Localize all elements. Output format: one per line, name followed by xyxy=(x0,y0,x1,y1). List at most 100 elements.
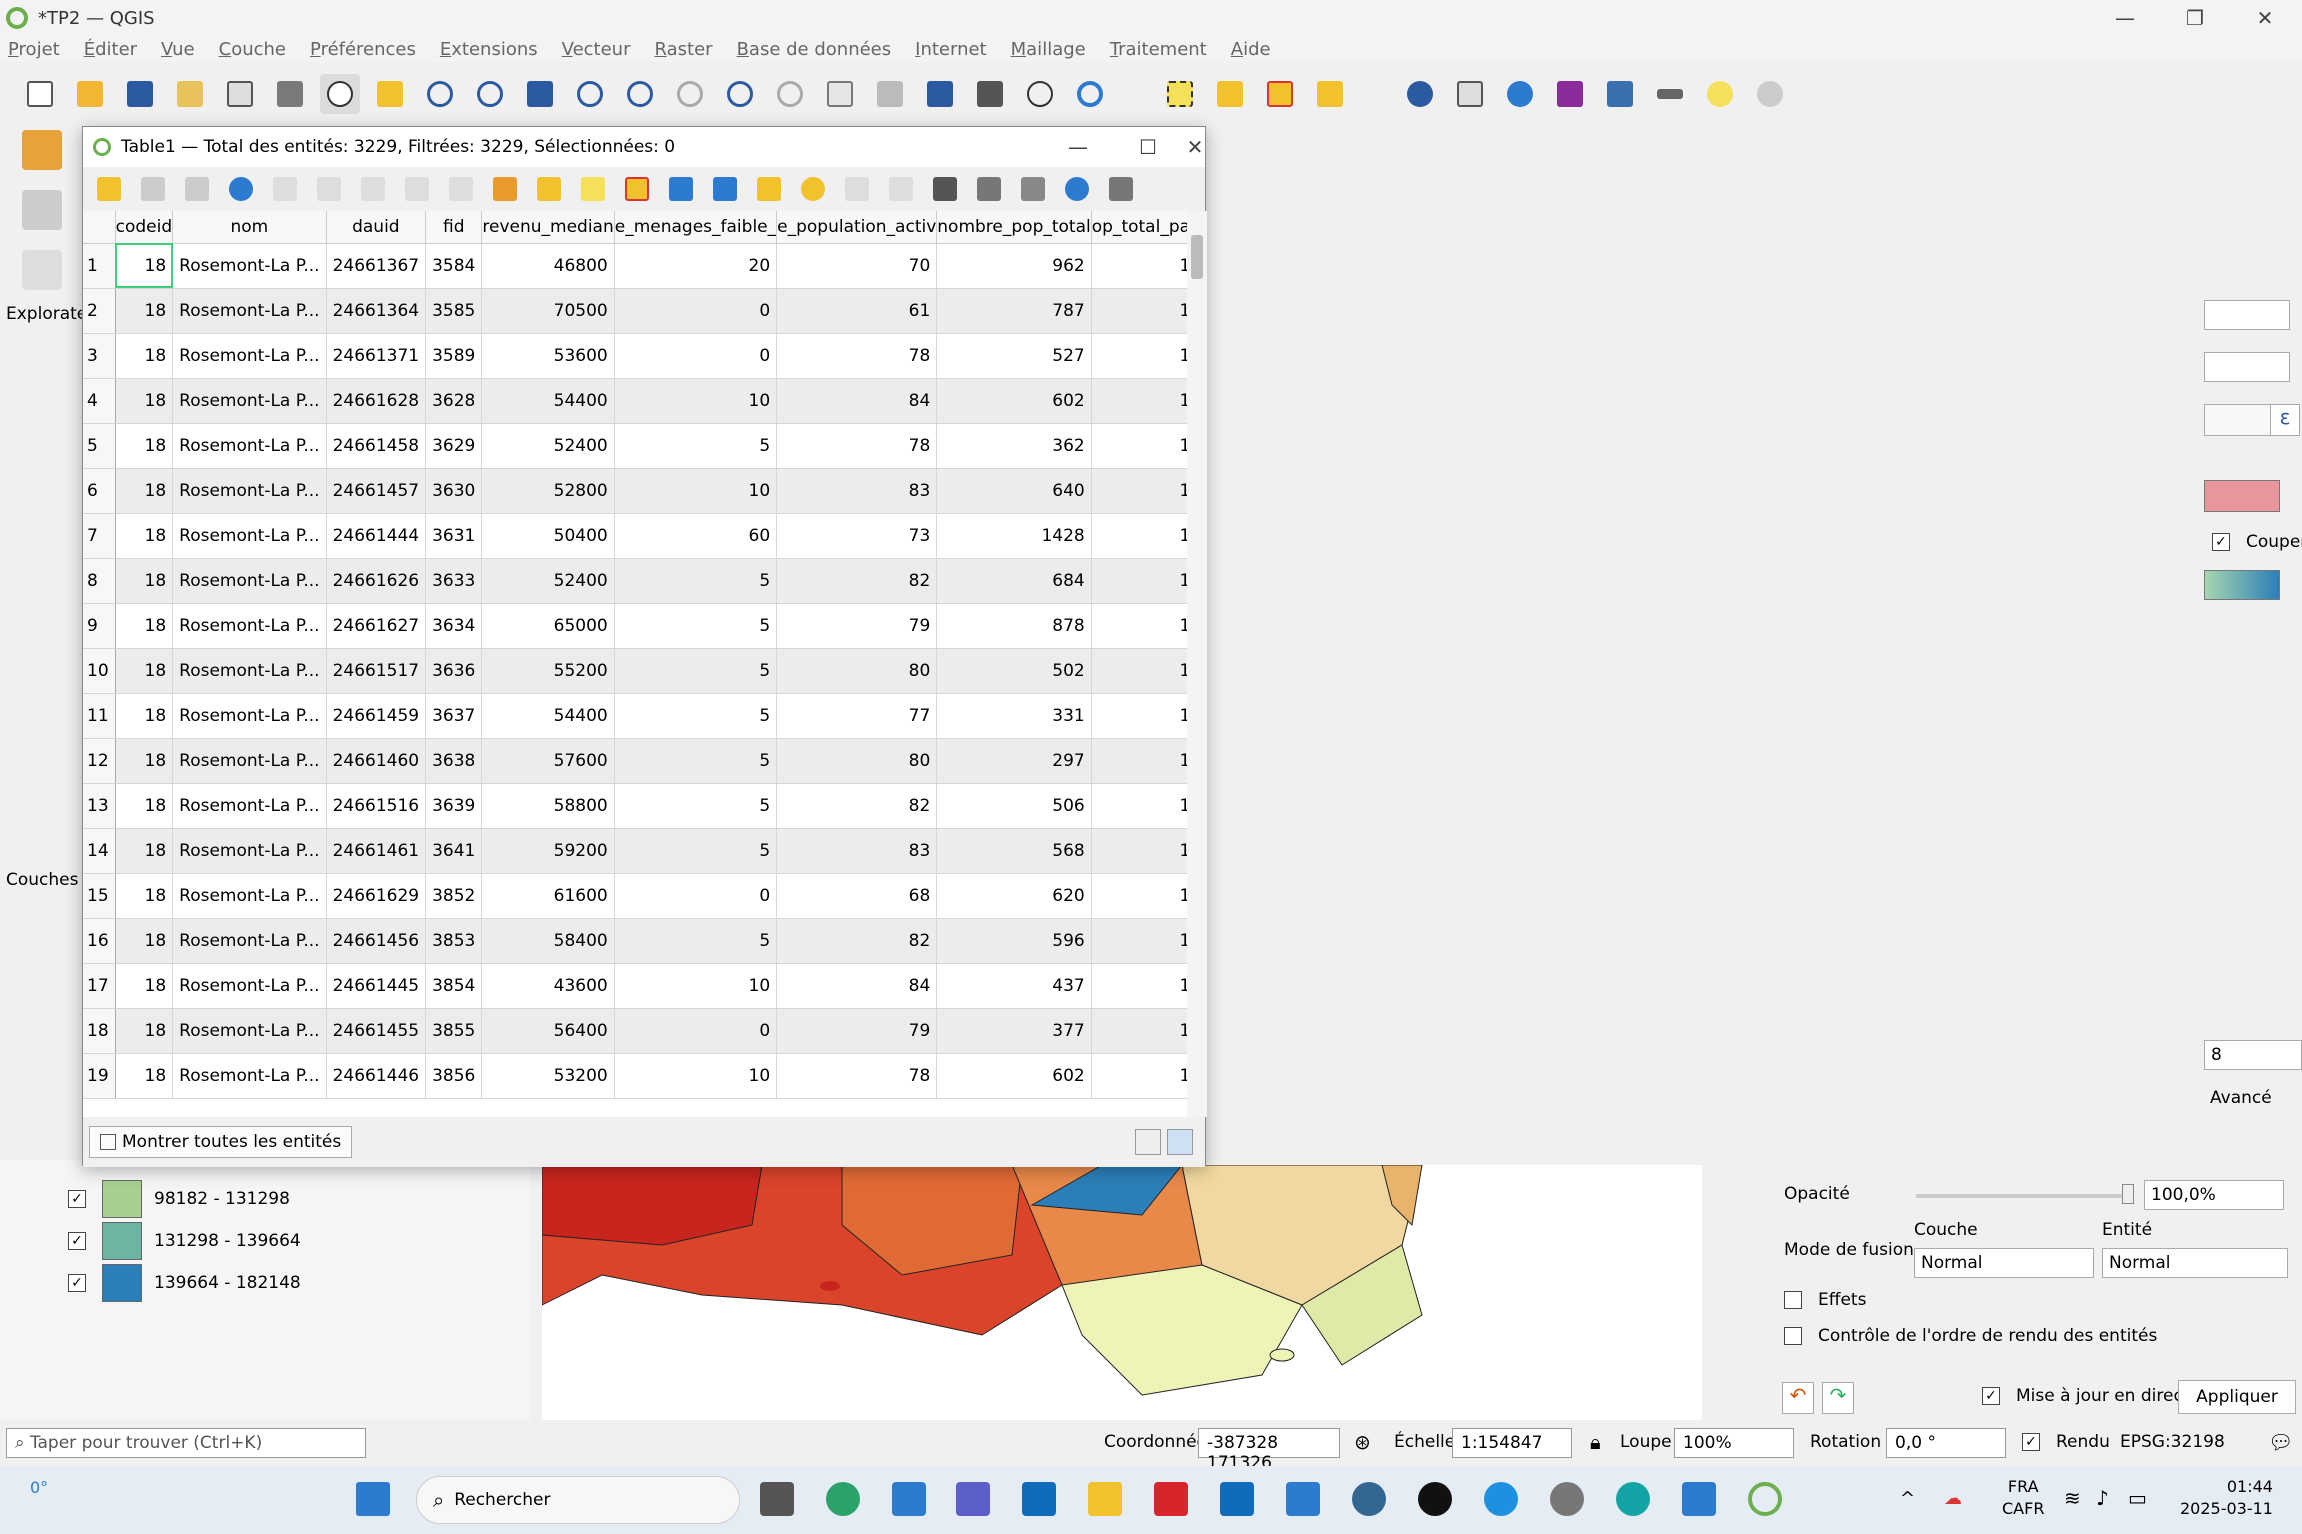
paste-icon[interactable] xyxy=(449,177,473,201)
table-cell[interactable]: 3629 xyxy=(425,423,483,469)
table-cell[interactable]: 82 xyxy=(776,558,938,604)
legend-item[interactable]: ✓ 131298 - 139664 xyxy=(68,1222,301,1260)
table-cell[interactable]: 3630 xyxy=(425,468,483,514)
app-icon[interactable] xyxy=(1616,1482,1650,1516)
table-row[interactable]: 6 18 Rosemont-La P... 24661457 3630 52800 10 83… xyxy=(83,468,1187,514)
table-cell[interactable]: Rosemont-La P... xyxy=(172,918,327,964)
table-cell[interactable]: 18 xyxy=(115,333,174,379)
zoom-last-icon[interactable] xyxy=(720,74,760,114)
battery-icon[interactable]: ▭ xyxy=(2128,1486,2147,1510)
row-number[interactable]: 14 xyxy=(83,828,116,874)
table-cell[interactable]: 57600 xyxy=(481,738,615,784)
conditional-formatting-icon[interactable] xyxy=(1021,177,1045,201)
table-cell[interactable]: 620 xyxy=(936,873,1092,919)
table-cell[interactable]: 56400 xyxy=(481,1008,615,1054)
table-row[interactable]: 1 18 Rosemont-La P... 24661367 3584 46800 20 70… xyxy=(83,243,1187,289)
row-number[interactable]: 17 xyxy=(83,963,116,1009)
menu-internet[interactable]: Internet xyxy=(915,39,986,60)
table-row[interactable]: 10 18 Rosemont-La P... 24661517 3636 55200 5 80… xyxy=(83,648,1187,694)
save-edits-icon[interactable] xyxy=(185,177,209,201)
classes-spinbox[interactable]: 8 xyxy=(2204,1040,2302,1070)
row-number[interactable]: 15 xyxy=(83,873,116,919)
table-cell[interactable]: 82 xyxy=(776,918,938,964)
table-row[interactable]: 7 18 Rosemont-La P... 24661444 3631 50400 60 73… xyxy=(83,513,1187,559)
table-cell[interactable]: 3633 xyxy=(425,558,483,604)
table-cell[interactable]: 20 xyxy=(614,243,778,289)
legend-checkbox[interactable]: ✓ xyxy=(68,1232,86,1250)
table-cell[interactable]: 139664 xyxy=(1091,1008,1187,1054)
table-cell[interactable]: 139664 xyxy=(1091,558,1187,604)
scale-dropdown[interactable]: 1:154847 xyxy=(1452,1428,1572,1458)
menu-projet[interactable]: Projet xyxy=(8,39,60,60)
table-cell[interactable]: 84 xyxy=(776,963,938,1009)
measure-line-icon[interactable] xyxy=(1650,74,1690,114)
table-cell[interactable]: Rosemont-La P... xyxy=(172,783,327,829)
table-cell[interactable]: 139664 xyxy=(1091,963,1187,1009)
delete-feature-icon[interactable] xyxy=(317,177,341,201)
table-cell[interactable]: 5 xyxy=(614,648,778,694)
table-cell[interactable]: 83 xyxy=(776,468,938,514)
open-field-calculator-icon[interactable] xyxy=(1600,74,1640,114)
row-number[interactable]: 8 xyxy=(83,558,116,604)
weather-widget[interactable]: 0° xyxy=(30,1478,48,1497)
table-cell[interactable]: 640 xyxy=(936,468,1092,514)
zoom-selection-icon[interactable] xyxy=(570,74,610,114)
attribute-table-grid[interactable]: codeid nom dauid fid revenu_median e_men… xyxy=(83,211,1187,1117)
table-cell[interactable]: 18 xyxy=(115,738,174,784)
table-cell[interactable]: 3855 xyxy=(425,1008,483,1054)
table-cell[interactable]: 18 xyxy=(115,828,174,874)
multi-edit-icon[interactable] xyxy=(141,177,165,201)
docker-icon[interactable] xyxy=(1484,1482,1518,1516)
table-cell[interactable]: 3853 xyxy=(425,918,483,964)
menu-vecteur[interactable]: Vecteur xyxy=(562,39,631,60)
teams-icon[interactable] xyxy=(956,1482,990,1516)
postgresql-icon[interactable] xyxy=(1352,1482,1386,1516)
table-cell[interactable]: 79 xyxy=(776,603,938,649)
clock[interactable]: 01:44 2025-03-11 xyxy=(2180,1476,2273,1520)
locator-search-input[interactable]: ⌕ Taper pour trouver (Ctrl+K) xyxy=(6,1428,366,1458)
color-ramp-button[interactable] xyxy=(2204,570,2280,600)
menu-couche[interactable]: Couche xyxy=(219,39,286,60)
select-features-icon[interactable] xyxy=(1160,74,1200,114)
table-cell[interactable]: Rosemont-La P... xyxy=(172,828,327,874)
table-cell[interactable]: 24661444 xyxy=(326,513,427,559)
new-map-view-icon[interactable] xyxy=(820,74,860,114)
table-cell[interactable]: Rosemont-La P... xyxy=(172,513,327,559)
row-number[interactable]: 5 xyxy=(83,423,116,469)
save-project-icon[interactable] xyxy=(120,74,160,114)
row-number[interactable]: 1 xyxy=(83,243,116,289)
table-cell[interactable]: 18 xyxy=(115,423,174,469)
table-cell[interactable]: 78 xyxy=(776,1053,938,1099)
crs-button[interactable]: EPSG:32198 xyxy=(2120,1432,2225,1452)
row-number[interactable]: 2 xyxy=(83,288,116,334)
table-cell[interactable]: 139664 xyxy=(1091,648,1187,694)
organize-columns-icon[interactable] xyxy=(933,177,957,201)
show-bookmarks-icon[interactable] xyxy=(970,74,1010,114)
table-cell[interactable]: 139664 xyxy=(1091,783,1187,829)
table-cell[interactable]: Rosemont-La P... xyxy=(172,603,327,649)
table-cell[interactable]: 52400 xyxy=(481,558,615,604)
table-cell[interactable]: 139664 xyxy=(1091,873,1187,919)
table-cell[interactable]: 73 xyxy=(776,513,938,559)
table-cell[interactable]: 10 xyxy=(614,963,778,1009)
table-cell[interactable]: 331 xyxy=(936,693,1092,739)
settings-gear-icon[interactable] xyxy=(1550,1482,1584,1516)
row-number[interactable]: 19 xyxy=(83,1053,116,1099)
table-view-icon[interactable] xyxy=(1167,1129,1193,1155)
menu-extensions[interactable]: Extensions xyxy=(440,39,538,60)
close-button[interactable]: ✕ xyxy=(2230,0,2300,36)
table-row[interactable]: 17 18 Rosemont-La P... 24661445 3854 43600 10 8… xyxy=(83,963,1187,1009)
table-cell[interactable]: 5 xyxy=(614,603,778,649)
table-cell[interactable]: 1428 xyxy=(936,513,1092,559)
refresh-icon[interactable] xyxy=(1070,74,1110,114)
onedrive-icon[interactable]: ☁︎ xyxy=(1944,1488,1962,1509)
table-cell[interactable]: Rosemont-La P... xyxy=(172,738,327,784)
render-option[interactable]: ✓ Rendu xyxy=(2022,1432,2110,1452)
outlook-classic-icon[interactable] xyxy=(1220,1482,1254,1516)
table-cell[interactable]: 84 xyxy=(776,378,938,424)
table-vertical-scrollbar[interactable] xyxy=(1187,211,1207,1117)
table-cell[interactable]: 506 xyxy=(936,783,1092,829)
table-cell[interactable]: 59200 xyxy=(481,828,615,874)
table-cell[interactable]: 596 xyxy=(936,918,1092,964)
column-header-nom[interactable]: nom xyxy=(172,211,327,244)
